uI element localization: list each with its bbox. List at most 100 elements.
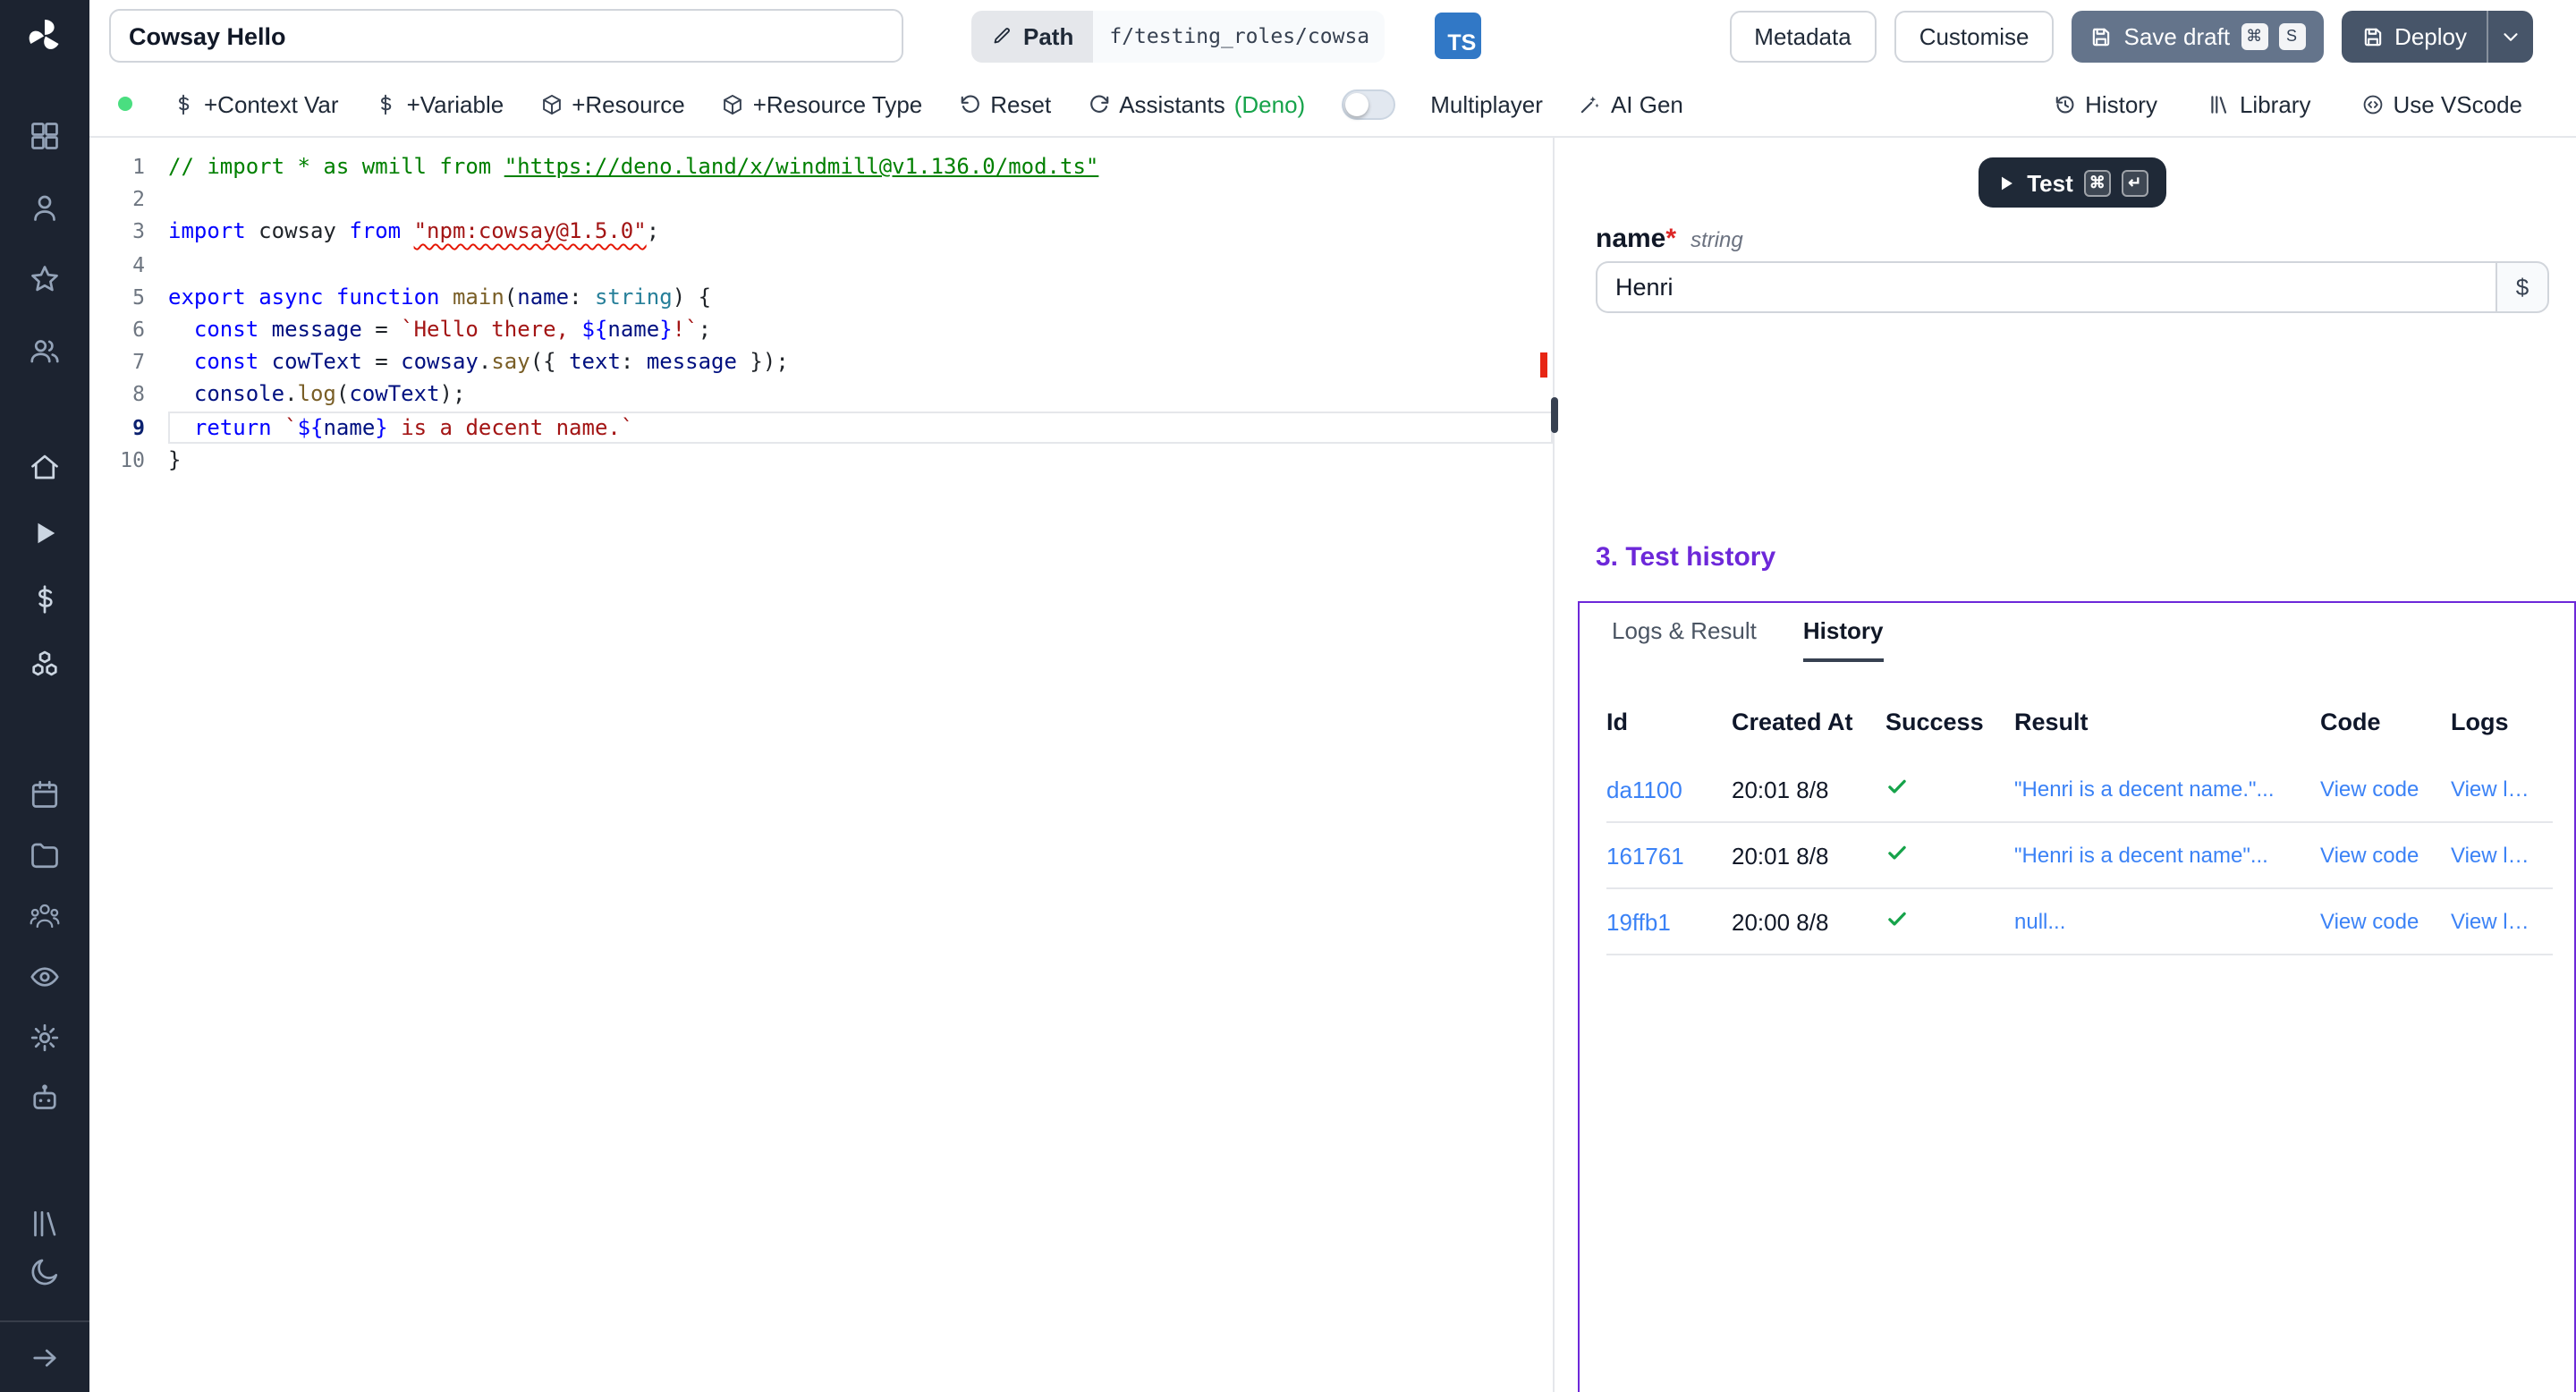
- line-number-gutter: 12345678910: [89, 138, 168, 1392]
- add-resource-button[interactable]: +Resource: [539, 90, 684, 117]
- pane-divider[interactable]: [1553, 138, 1555, 1392]
- test-history-title: 3. Test history: [1596, 542, 2549, 578]
- test-button[interactable]: Test ⌘ ↵: [1979, 157, 2166, 208]
- toggle-knob: [1344, 92, 1368, 115]
- test-row: Test ⌘ ↵: [1596, 157, 2549, 208]
- result-link[interactable]: null...: [2014, 909, 2320, 934]
- kbd-enter: ↵: [2122, 169, 2148, 196]
- code-editor[interactable]: 12345678910 // import * as wmill from "h…: [89, 138, 1553, 1392]
- deploy-icon: [2360, 24, 2384, 47]
- code-line-1[interactable]: // import * as wmill from "https://deno.…: [168, 150, 1553, 182]
- sidebar-item-books[interactable]: [0, 1208, 89, 1240]
- result-link[interactable]: "Henri is a decent name"...: [2014, 843, 2320, 868]
- windmill-logo[interactable]: [0, 0, 89, 72]
- sidebar-item-users[interactable]: [0, 335, 89, 367]
- add-variable-button[interactable]: +Variable: [375, 90, 504, 117]
- test-label: Test: [2027, 169, 2073, 196]
- sidebar-item-eye[interactable]: [0, 961, 89, 993]
- created-at: 20:00 8/8: [1732, 908, 1885, 935]
- sidebar-item-arrow-right[interactable]: [0, 1342, 89, 1374]
- sidebar-item-boxes[interactable]: [0, 649, 89, 682]
- result-link[interactable]: "Henri is a decent name."...: [2014, 777, 2320, 802]
- view-logs-link[interactable]: View logs: [2451, 777, 2553, 802]
- dollar-icon: [172, 92, 195, 115]
- code-line-8[interactable]: console.log(cowText);: [168, 378, 1553, 411]
- tab-logs-result[interactable]: Logs & Result: [1612, 617, 1757, 662]
- assistants-mode: (Deno): [1234, 90, 1306, 117]
- code-line-2[interactable]: [168, 182, 1553, 215]
- assistants-button[interactable]: Assistants (Deno): [1087, 90, 1305, 117]
- deploy-dropdown-button[interactable]: [2487, 10, 2533, 62]
- code-area[interactable]: // import * as wmill from "https://deno.…: [168, 138, 1553, 1392]
- run-id-link[interactable]: da1100: [1606, 776, 1732, 802]
- sidebar-item-calendar[interactable]: [0, 778, 89, 811]
- library-button[interactable]: Library: [2207, 90, 2311, 117]
- sidebar-item-play[interactable]: [0, 517, 89, 549]
- history-row: 16176120:01 8/8"Henri is a decent name".…: [1606, 823, 2553, 889]
- sidebar-item-star[interactable]: [0, 263, 89, 295]
- status-dot: [118, 97, 132, 111]
- success-check-icon: [1885, 907, 2014, 936]
- use-vscode-button[interactable]: Use VScode: [2360, 90, 2522, 117]
- line-number-7: 7: [89, 345, 145, 378]
- field-label-row: name* string: [1596, 224, 2549, 256]
- rotate-ccw-icon: [958, 92, 981, 115]
- path-edit-button[interactable]: Path: [971, 10, 1093, 62]
- sidebar-item-dollar[interactable]: [0, 583, 89, 615]
- sidebar-item-home[interactable]: [0, 451, 89, 483]
- tab-history[interactable]: History: [1803, 617, 1884, 662]
- view-logs-link[interactable]: View logs: [2451, 909, 2553, 934]
- multiplayer-toggle[interactable]: [1341, 89, 1394, 119]
- save-draft-label: Save draft: [2124, 22, 2231, 49]
- kbd-cmd: ⌘: [2241, 22, 2267, 49]
- history-button[interactable]: History: [2053, 90, 2157, 117]
- sidebar-item-grid[interactable]: [0, 120, 89, 152]
- dollar-icon: [375, 92, 398, 115]
- path-input[interactable]: [1093, 10, 1385, 62]
- code-line-5[interactable]: export async function main(name: string)…: [168, 281, 1553, 313]
- code-line-7[interactable]: const cowText = cowsay.say({ text: messa…: [168, 345, 1553, 378]
- toolbar-right: History Library Use VScode: [2053, 90, 2522, 117]
- sidebar-item-user-group[interactable]: [0, 900, 89, 932]
- save-draft-button[interactable]: Save draft ⌘ S: [2072, 10, 2324, 62]
- sidebar-group-0: [0, 120, 89, 367]
- run-id-link[interactable]: 161761: [1606, 842, 1732, 869]
- script-name-input[interactable]: [109, 9, 903, 63]
- run-id-link[interactable]: 19ffb1: [1606, 908, 1732, 935]
- preview-panel: Test ⌘ ↵ name* string $ 3. Test history: [1555, 138, 2576, 1392]
- code-line-3[interactable]: import cowsay from "npm:cowsay@1.5.0";: [168, 216, 1553, 248]
- sidebar-group-2: [0, 778, 89, 1115]
- line-number-8: 8: [89, 378, 145, 411]
- metadata-button[interactable]: Metadata: [1729, 10, 1876, 62]
- customise-button[interactable]: Customise: [1894, 10, 2055, 62]
- add-resource-type-button[interactable]: +Resource Type: [721, 90, 923, 117]
- topbar-actions: Metadata Customise Save draft ⌘ S Deploy: [1729, 10, 2533, 62]
- view-code-link[interactable]: View code: [2320, 777, 2451, 802]
- sidebar-item-gear[interactable]: [0, 1022, 89, 1054]
- divider-handle[interactable]: [1550, 397, 1557, 433]
- reset-button[interactable]: Reset: [958, 90, 1051, 117]
- folder-icon: [29, 839, 61, 871]
- ai-gen-button[interactable]: AI Gen: [1579, 90, 1683, 117]
- deploy-button[interactable]: Deploy: [2341, 10, 2487, 62]
- view-code-link[interactable]: View code: [2320, 843, 2451, 868]
- sidebar-item-bot[interactable]: [0, 1082, 89, 1115]
- history-tabs: Logs & Result History: [1580, 603, 2574, 662]
- wand-icon: [1579, 92, 1602, 115]
- view-code-link[interactable]: View code: [2320, 909, 2451, 934]
- sidebar-nav: [0, 72, 89, 1392]
- name-field-input[interactable]: [1596, 261, 2496, 313]
- sidebar-item-moon[interactable]: [0, 1256, 89, 1288]
- content-area: 12345678910 // import * as wmill from "h…: [89, 138, 2576, 1392]
- view-logs-link[interactable]: View logs: [2451, 843, 2553, 868]
- eye-icon: [29, 961, 61, 993]
- sidebar-item-folder[interactable]: [0, 839, 89, 871]
- error-marker: [1540, 352, 1547, 378]
- sidebar-item-user[interactable]: [0, 191, 89, 224]
- code-line-4[interactable]: [168, 248, 1553, 280]
- add-context-var-button[interactable]: +Context Var: [172, 90, 339, 117]
- code-line-9[interactable]: return `${name} is a decent name.`: [168, 411, 1553, 443]
- code-line-10[interactable]: }: [168, 443, 1553, 475]
- insert-variable-button[interactable]: $: [2496, 261, 2549, 313]
- code-line-6[interactable]: const message = `Hello there, ${name}!`;: [168, 313, 1553, 345]
